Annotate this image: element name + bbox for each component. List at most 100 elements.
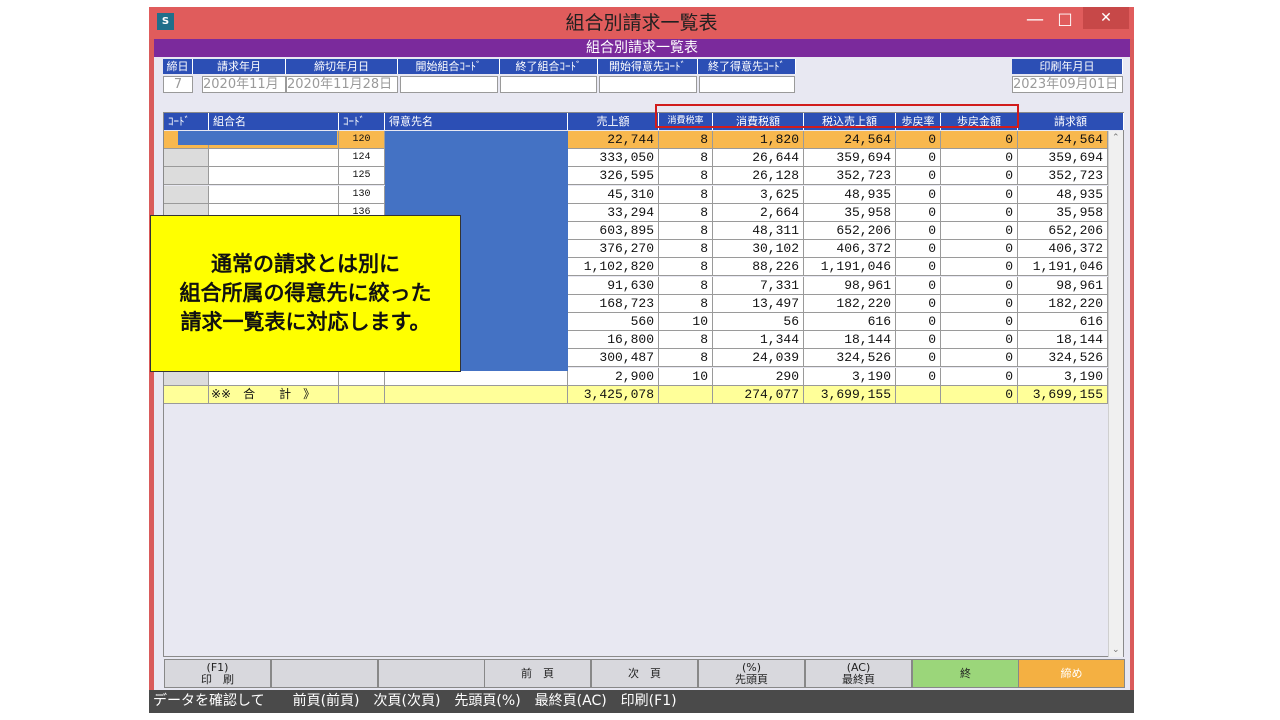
cell-rrate[interactable]: 0	[896, 167, 941, 185]
minimize-button[interactable]: —	[1022, 9, 1048, 31]
cell-rebate[interactable]: 0	[941, 240, 1018, 258]
maximize-button[interactable]: □	[1052, 9, 1078, 31]
cell-tax[interactable]: 48,311	[713, 222, 804, 240]
cell-incl[interactable]: 616	[804, 313, 896, 331]
cell-sales[interactable]: 168,723	[568, 295, 659, 313]
cell-bill[interactable]: 652,206	[1018, 222, 1108, 240]
shimekiri-date-field[interactable]: 2020年11月28日	[286, 76, 398, 93]
cell-incl[interactable]: 18,144	[804, 331, 896, 349]
cell-sales[interactable]: 376,270	[568, 240, 659, 258]
cell-tax[interactable]: 30,102	[713, 240, 804, 258]
print-date-field[interactable]: 2023年09月01日	[1012, 76, 1123, 93]
cell-tax[interactable]: 26,644	[713, 149, 804, 167]
cell-bill[interactable]: 616	[1018, 313, 1108, 331]
cell-rebate[interactable]: 0	[941, 131, 1018, 149]
cell-rrate[interactable]: 0	[896, 368, 941, 386]
cell-sales[interactable]: 560	[568, 313, 659, 331]
scroll-down-icon[interactable]: ⌄	[1112, 645, 1120, 655]
cell-bill[interactable]: 48,935	[1018, 186, 1108, 204]
cell-rrate[interactable]: 0	[896, 258, 941, 276]
cell-sales[interactable]: 333,050	[568, 149, 659, 167]
cell-rate[interactable]: 8	[659, 167, 713, 185]
cell-rrate[interactable]: 0	[896, 295, 941, 313]
cell-rate[interactable]: 8	[659, 349, 713, 367]
end-tokui-field[interactable]	[699, 76, 795, 93]
seikyu-month-field[interactable]: 2020年11月	[202, 76, 286, 93]
cell-rrate[interactable]: 0	[896, 331, 941, 349]
fkey-blank-1[interactable]	[271, 659, 378, 688]
cell-rrate[interactable]: 0	[896, 149, 941, 167]
cell-incl[interactable]: 3,190	[804, 368, 896, 386]
cell-sales[interactable]: 45,310	[568, 186, 659, 204]
cell-tax[interactable]: 3,625	[713, 186, 804, 204]
cell-rrate[interactable]: 0	[896, 349, 941, 367]
end-button[interactable]: 終	[912, 659, 1019, 688]
cell-rebate[interactable]: 0	[941, 204, 1018, 222]
cell-code[interactable]: 125	[339, 167, 385, 185]
cell-rate[interactable]: 8	[659, 222, 713, 240]
cell-sales[interactable]: 603,895	[568, 222, 659, 240]
cell-rebate[interactable]: 0	[941, 313, 1018, 331]
cell-sales[interactable]: 91,630	[568, 277, 659, 295]
cell-rebate[interactable]: 0	[941, 331, 1018, 349]
cell-incl[interactable]: 1,191,046	[804, 258, 896, 276]
cell-sales[interactable]: 1,102,820	[568, 258, 659, 276]
cell-rebate[interactable]: 0	[941, 222, 1018, 240]
cell-rebate[interactable]: 0	[941, 186, 1018, 204]
cell-incl[interactable]: 352,723	[804, 167, 896, 185]
first-page-button[interactable]: (%) 先頭頁	[698, 659, 805, 688]
cell-code[interactable]: 120	[339, 131, 385, 149]
cell-rate[interactable]: 8	[659, 204, 713, 222]
vertical-scrollbar[interactable]: ⌃ ⌄	[1108, 131, 1123, 657]
cell-rate[interactable]: 8	[659, 240, 713, 258]
table-cell[interactable]	[164, 167, 209, 185]
cell-rate[interactable]: 8	[659, 149, 713, 167]
cell-tax[interactable]: 13,497	[713, 295, 804, 313]
cell-rrate[interactable]: 0	[896, 131, 941, 149]
cell-tax[interactable]: 7,331	[713, 277, 804, 295]
cell-rate[interactable]: 8	[659, 277, 713, 295]
cell-rebate[interactable]: 0	[941, 368, 1018, 386]
cell-bill[interactable]: 406,372	[1018, 240, 1108, 258]
prev-page-button[interactable]: 前 頁	[484, 659, 591, 688]
cell-sales[interactable]: 300,487	[568, 349, 659, 367]
cell-rrate[interactable]: 0	[896, 240, 941, 258]
cell-tax[interactable]: 26,128	[713, 167, 804, 185]
table-cell[interactable]	[209, 167, 339, 185]
cell-incl[interactable]: 98,961	[804, 277, 896, 295]
cell-rebate[interactable]: 0	[941, 149, 1018, 167]
cell-code[interactable]: 130	[339, 186, 385, 204]
table-cell[interactable]	[209, 186, 339, 204]
cell-bill[interactable]: 24,564	[1018, 131, 1108, 149]
cell-bill[interactable]: 324,526	[1018, 349, 1108, 367]
cell-rate[interactable]: 10	[659, 313, 713, 331]
cell-rate[interactable]: 8	[659, 258, 713, 276]
cell-sales[interactable]: 33,294	[568, 204, 659, 222]
cell-sales[interactable]: 22,744	[568, 131, 659, 149]
cell-rate[interactable]: 8	[659, 186, 713, 204]
cell-rrate[interactable]: 0	[896, 313, 941, 331]
cell-rrate[interactable]: 0	[896, 186, 941, 204]
cell-rate[interactable]: 10	[659, 368, 713, 386]
last-page-button[interactable]: (AC) 最終頁	[805, 659, 912, 688]
cell-rebate[interactable]: 0	[941, 295, 1018, 313]
cell-tax[interactable]: 290	[713, 368, 804, 386]
cell-incl[interactable]: 324,526	[804, 349, 896, 367]
cell-tax[interactable]: 56	[713, 313, 804, 331]
print-button[interactable]: (F1) 印 刷	[164, 659, 271, 688]
cell-tax[interactable]: 88,226	[713, 258, 804, 276]
cell-incl[interactable]: 182,220	[804, 295, 896, 313]
cell-bill[interactable]: 1,191,046	[1018, 258, 1108, 276]
start-tokui-field[interactable]	[599, 76, 697, 93]
cell-tax[interactable]: 24,039	[713, 349, 804, 367]
cell-bill[interactable]: 182,220	[1018, 295, 1108, 313]
fkey-blank-2[interactable]	[378, 659, 485, 688]
cell-bill[interactable]: 98,961	[1018, 277, 1108, 295]
cell-rate[interactable]: 8	[659, 131, 713, 149]
cell-tax[interactable]: 1,820	[713, 131, 804, 149]
cell-rebate[interactable]: 0	[941, 277, 1018, 295]
cell-rrate[interactable]: 0	[896, 277, 941, 295]
table-cell[interactable]	[164, 149, 209, 167]
cell-bill[interactable]: 359,694	[1018, 149, 1108, 167]
cell-tax[interactable]: 1,344	[713, 331, 804, 349]
